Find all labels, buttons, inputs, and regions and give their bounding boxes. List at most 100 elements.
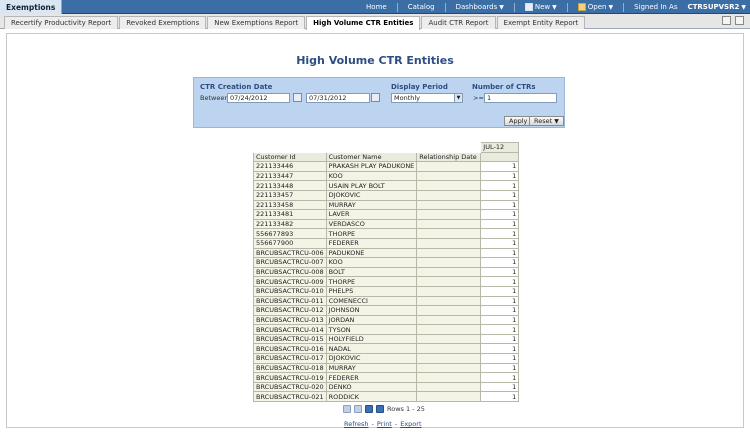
number-of-ctrs-input[interactable]: 1 xyxy=(484,93,557,103)
user-menu[interactable]: CTRSUPVSR2 ▼ xyxy=(687,3,746,11)
ctr-count-cell: 1 xyxy=(480,343,520,355)
table-pager: Rows 1 - 25 xyxy=(343,405,425,413)
customer-id-cell: BRCUBSACTRCU-006 xyxy=(253,247,327,259)
next-page-icon[interactable] xyxy=(365,405,373,413)
relationship-date-cell xyxy=(416,209,482,220)
reset-button[interactable]: Reset ▼ xyxy=(529,116,564,126)
print-link[interactable]: Print xyxy=(377,420,392,428)
relationship-date-cell xyxy=(416,189,482,201)
open-menu[interactable]: Open ▼ xyxy=(577,3,614,11)
customer-id-cell: BRCUBSACTRCU-008 xyxy=(253,266,327,278)
ctr-count-cell: 1 xyxy=(480,180,520,191)
display-period-select[interactable]: Monthly ▼ xyxy=(391,93,463,103)
relationship-date-cell xyxy=(416,333,482,345)
previous-page-icon[interactable] xyxy=(354,405,362,413)
reset-label: Reset xyxy=(534,117,553,125)
table-row: 221133482 VERDASCO 1 xyxy=(253,218,520,230)
table-row: BRCUBSACTRCU-010 PHELPS 1 xyxy=(253,285,520,297)
table-row: BRCUBSACTRCU-011 COMENECCI 1 xyxy=(253,295,520,307)
table-row: 556677893 THORPE 1 xyxy=(253,228,520,239)
customer-id-cell: 221133458 xyxy=(253,199,327,211)
column-header-customer-name[interactable]: Customer Name xyxy=(325,151,418,163)
customer-id-cell: BRCUBSACTRCU-013 xyxy=(253,314,327,326)
customer-name-cell: KOO xyxy=(325,170,418,182)
tab-recertify-productivity-report[interactable]: Recertify Productivity Report xyxy=(4,16,119,29)
relationship-date-cell xyxy=(416,199,482,211)
link-separator: - xyxy=(371,420,374,428)
relationship-date-cell xyxy=(416,314,482,326)
top-header-bar: Exemptions Home Catalog Dashboards ▼ New… xyxy=(0,0,750,15)
tab-exempt-entity-report[interactable]: Exempt Entity Report xyxy=(496,16,586,29)
page-options-icon[interactable] xyxy=(722,16,731,25)
customer-id-cell: BRCUBSACTRCU-010 xyxy=(253,285,327,297)
operator-label: >= xyxy=(473,94,484,102)
customer-id-cell: BRCUBSACTRCU-018 xyxy=(253,362,327,374)
ctr-count-cell: 1 xyxy=(480,391,520,403)
column-header-customer-id[interactable]: Customer Id xyxy=(253,151,327,163)
customer-name-cell: DJOKOVIC xyxy=(325,189,418,201)
customer-name-cell: THORPE xyxy=(325,276,418,287)
column-header-relationship-date[interactable]: Relationship Date xyxy=(416,151,482,163)
relationship-date-cell xyxy=(416,381,482,393)
customer-name-cell: COMENECCI xyxy=(325,295,418,307)
ctr-count-cell: 1 xyxy=(480,305,520,316)
page-options xyxy=(722,16,744,25)
dashboards-menu[interactable]: Dashboards ▼ xyxy=(456,3,504,11)
chevron-down-icon: ▼ xyxy=(608,3,614,11)
relationship-date-cell xyxy=(416,257,482,268)
customer-name-cell: DJOKOVIC xyxy=(325,353,418,364)
table-row: BRCUBSACTRCU-014 TYSON 1 xyxy=(253,324,520,335)
customer-name-cell: LAVER xyxy=(325,209,418,220)
home-link[interactable]: Home xyxy=(366,3,387,11)
signed-in-as-label: Signed In As xyxy=(634,3,678,11)
tab-audit-ctr-report[interactable]: Audit CTR Report xyxy=(421,16,496,29)
new-menu[interactable]: New ▼ xyxy=(524,3,557,11)
table-row: BRCUBSACTRCU-015 HOLYFIELD 1 xyxy=(253,333,520,345)
nav-divider xyxy=(623,2,625,12)
report-links: Refresh - Print - Export xyxy=(344,420,422,428)
table-row: BRCUBSACTRCU-013 JORDAN 1 xyxy=(253,314,520,326)
period-column-header: JUL-12 xyxy=(480,142,520,153)
ctr-count-cell: 1 xyxy=(480,247,520,259)
customer-name-cell: PHELPS xyxy=(325,285,418,297)
report-tabs-bar: Recertify Productivity Report Revoked Ex… xyxy=(0,14,750,30)
ctr-count-cell: 1 xyxy=(480,161,520,172)
nav-divider xyxy=(513,2,515,12)
ctr-count-cell: 1 xyxy=(480,170,520,182)
edit-icon[interactable] xyxy=(735,16,744,25)
date-to-input[interactable]: 07/31/2012 xyxy=(306,93,370,103)
ctr-count-cell: 1 xyxy=(480,218,520,230)
date-from-input[interactable]: 07/24/2012 xyxy=(227,93,290,103)
prompt-filter-panel: CTR Creation Date Between 07/24/2012 07/… xyxy=(193,77,565,128)
customer-id-cell: BRCUBSACTRCU-009 xyxy=(253,276,327,287)
customer-id-cell: 221133446 xyxy=(253,161,327,172)
calendar-icon[interactable] xyxy=(371,93,380,102)
ctr-count-cell: 1 xyxy=(480,189,520,201)
customer-name-cell: THORPE xyxy=(325,228,418,239)
table-row: 221133457 DJOKOVIC 1 xyxy=(253,189,520,201)
export-link[interactable]: Export xyxy=(400,420,421,428)
ctr-count-cell: 1 xyxy=(480,353,520,364)
catalog-link[interactable]: Catalog xyxy=(408,3,435,11)
customer-name-cell: TYSON xyxy=(325,324,418,335)
table-row: 221133448 USAIN PLAY BOLT 1 xyxy=(253,180,520,191)
ctr-count-cell: 1 xyxy=(480,324,520,335)
relationship-date-cell xyxy=(416,295,482,307)
first-page-icon[interactable] xyxy=(343,405,351,413)
tab-new-exemptions-report[interactable]: New Exemptions Report xyxy=(207,16,306,29)
show-all-rows-icon[interactable] xyxy=(376,405,384,413)
column-header-count xyxy=(480,151,520,163)
calendar-icon[interactable] xyxy=(293,93,302,102)
ctr-count-cell: 1 xyxy=(480,314,520,326)
customer-id-cell: BRCUBSACTRCU-012 xyxy=(253,305,327,316)
relationship-date-cell xyxy=(416,247,482,259)
table-row: BRCUBSACTRCU-019 FEDERER 1 xyxy=(253,372,520,383)
customer-name-cell: BOLT xyxy=(325,266,418,278)
relationship-date-cell xyxy=(416,180,482,191)
dashboard-content: High Volume CTR Entities CTR Creation Da… xyxy=(6,33,744,428)
tab-revoked-exemptions[interactable]: Revoked Exemptions xyxy=(119,16,207,29)
app-tab-exemptions[interactable]: Exemptions xyxy=(0,0,63,15)
table-row: 221133458 MURRAY 1 xyxy=(253,199,520,211)
refresh-link[interactable]: Refresh xyxy=(344,420,369,428)
tab-high-volume-ctr-entities[interactable]: High Volume CTR Entities xyxy=(306,16,421,30)
